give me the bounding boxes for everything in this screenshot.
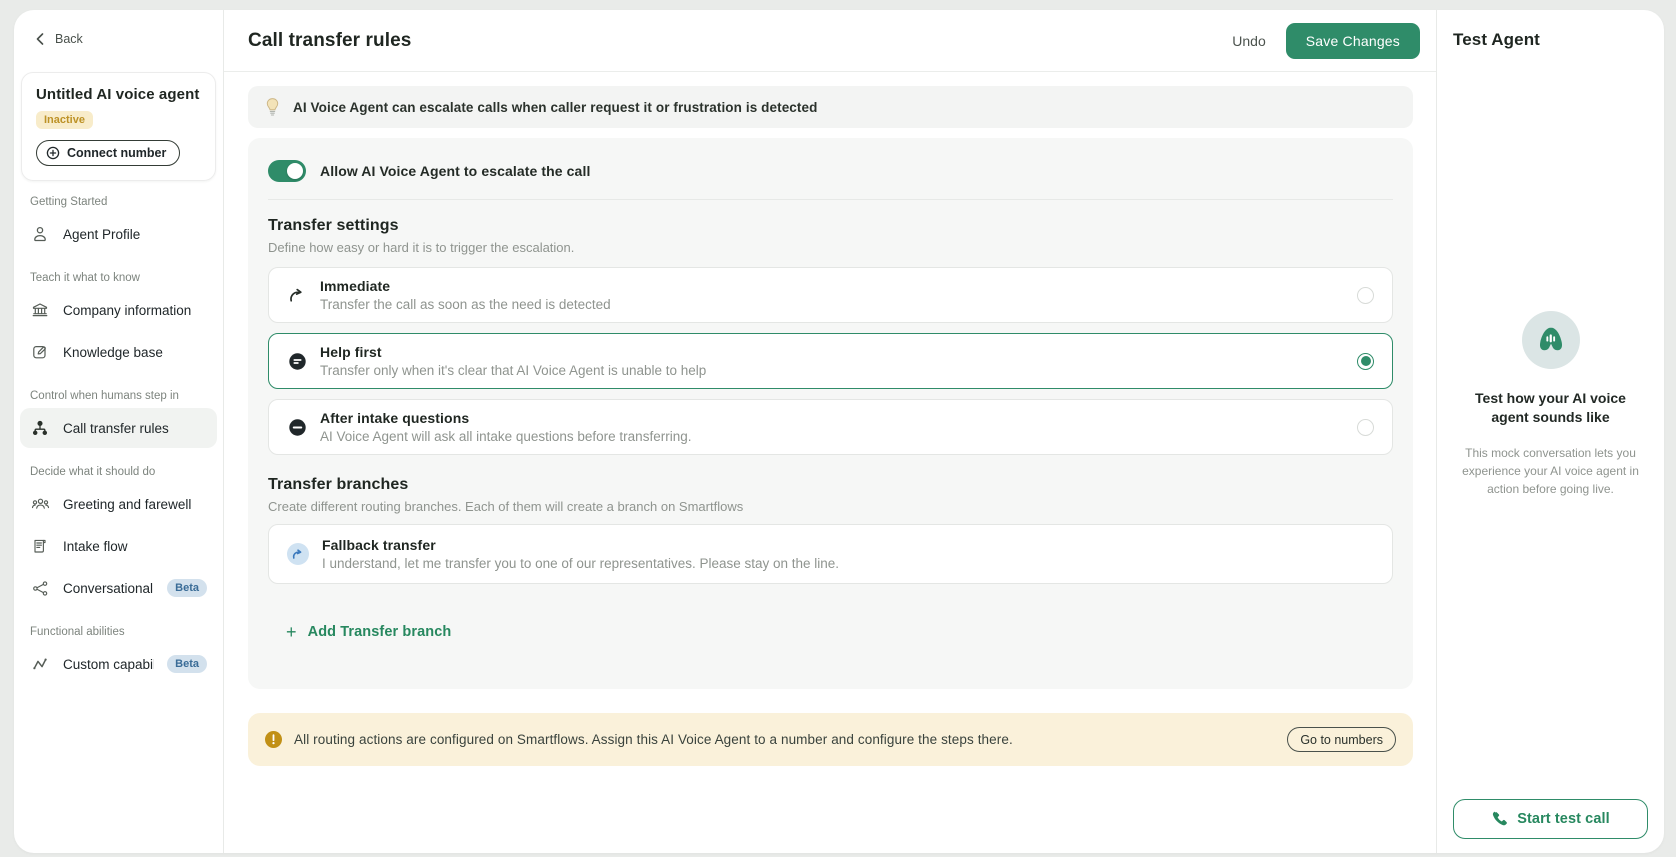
test-panel-heading: Test how your AI voice agent sounds like (1458, 389, 1644, 427)
people-icon (30, 494, 50, 514)
sidebar: Back Untitled AI voice agent Inactive Co… (14, 10, 224, 853)
section-label-control: Control when humans step in (30, 390, 207, 402)
sidebar-item-company-information[interactable]: Company information (20, 290, 217, 330)
phone-icon (1491, 811, 1507, 827)
transfer-settings-subtitle: Define how easy or hard it is to trigger… (268, 240, 1393, 255)
header-actions: Undo Save Changes (1232, 23, 1420, 59)
sidebar-item-label: Knowledge base (63, 345, 163, 360)
sidebar-item-conversational-guidelines[interactable]: Conversational g... Beta (20, 568, 217, 608)
test-panel-description: This mock conversation lets you experien… (1452, 444, 1650, 498)
sidebar-item-label: Greeting and farewell (63, 497, 191, 512)
radio-after-intake[interactable] (1357, 419, 1374, 436)
voice-agent-logo-icon (1534, 323, 1568, 357)
chevron-left-icon (36, 33, 44, 45)
option-title: Immediate (320, 278, 611, 294)
toggle-knob (287, 163, 303, 179)
agent-summary-card: Untitled AI voice agent Inactive Connect… (21, 72, 216, 181)
radio-help-first[interactable] (1357, 353, 1374, 370)
sidebar-item-call-transfer-rules[interactable]: Call transfer rules (20, 408, 217, 448)
transfer-branches-title: Transfer branches (268, 476, 1393, 494)
sidebar-item-label: Company information (63, 303, 191, 318)
option-title: Help first (320, 344, 706, 360)
option-card-after-intake[interactable]: After intake questions AI Voice Agent wi… (268, 399, 1393, 455)
branch-card-fallback[interactable]: Fallback transfer I understand, let me t… (268, 524, 1393, 584)
divider (268, 199, 1393, 200)
transfer-branches-subtitle: Create different routing branches. Each … (268, 499, 1393, 514)
status-badge: Inactive (36, 111, 93, 129)
section-label-getting-started: Getting Started (30, 196, 207, 208)
escalate-toggle[interactable] (268, 160, 306, 182)
add-transfer-branch-label: Add Transfer branch (308, 624, 452, 640)
avatar (1522, 311, 1580, 369)
main-body: AI Voice Agent can escalate calls when c… (224, 72, 1436, 766)
section-label-teach: Teach it what to know (30, 272, 207, 284)
transfer-arrow-icon (287, 543, 309, 565)
transfer-settings-title: Transfer settings (268, 217, 1393, 235)
start-test-call-label: Start test call (1517, 811, 1610, 827)
sidebar-item-custom-capabilities[interactable]: Custom capabili... Beta (20, 644, 217, 684)
sidebar-item-label: Conversational g... (63, 581, 154, 596)
main-header: Call transfer rules Undo Save Changes (224, 10, 1436, 72)
start-test-call-button[interactable]: Start test call (1453, 799, 1648, 839)
save-changes-button[interactable]: Save Changes (1286, 23, 1420, 59)
add-transfer-branch-button[interactable]: + Add Transfer branch (286, 623, 451, 641)
sidebar-item-knowledge-base[interactable]: Knowledge base (20, 332, 217, 372)
plus-circle-icon (46, 146, 60, 160)
tip-banner: AI Voice Agent can escalate calls when c… (248, 86, 1413, 128)
minus-circle-icon (287, 417, 307, 437)
hierarchy-icon (30, 418, 50, 438)
person-icon (30, 224, 50, 244)
radio-immediate[interactable] (1357, 287, 1374, 304)
line-chart-icon (30, 654, 50, 674)
main-content: Call transfer rules Undo Save Changes AI… (224, 10, 1436, 853)
branch-description: I understand, let me transfer you to one… (322, 556, 839, 571)
chat-circle-icon (287, 351, 307, 371)
section-label-functional: Functional abilities (30, 626, 207, 638)
test-panel-body: Test how your AI voice agent sounds like… (1453, 10, 1648, 799)
page-title: Call transfer rules (248, 30, 411, 52)
test-agent-panel: Test Agent Test how your AI voice agent … (1436, 10, 1664, 853)
warning-icon (265, 731, 282, 748)
beta-badge: Beta (167, 579, 207, 597)
edit-note-icon (30, 342, 50, 362)
page-background: Back Untitled AI voice agent Inactive Co… (0, 0, 1676, 857)
option-description: Transfer the call as soon as the need is… (320, 297, 611, 312)
option-description: Transfer only when it's clear that AI Vo… (320, 363, 706, 378)
agent-name: Untitled AI voice agent (36, 86, 201, 103)
sidebar-item-intake-flow[interactable]: Intake flow (20, 526, 217, 566)
connect-number-label: Connect number (67, 146, 166, 160)
option-description: AI Voice Agent will ask all intake quest… (320, 429, 691, 444)
document-icon (30, 536, 50, 556)
option-title: After intake questions (320, 410, 691, 426)
sidebar-item-agent-profile[interactable]: Agent Profile (20, 214, 217, 254)
sidebar-item-label: Intake flow (63, 539, 128, 554)
app-window: Back Untitled AI voice agent Inactive Co… (14, 10, 1664, 853)
sidebar-item-label: Agent Profile (63, 227, 140, 242)
undo-button[interactable]: Undo (1232, 33, 1265, 49)
option-card-help-first[interactable]: Help first Transfer only when it's clear… (268, 333, 1393, 389)
warning-banner: All routing actions are configured on Sm… (248, 713, 1413, 766)
transfer-settings-card: Allow AI Voice Agent to escalate the cal… (248, 138, 1413, 689)
plus-icon: + (286, 623, 297, 641)
sidebar-item-label: Call transfer rules (63, 421, 169, 436)
sidebar-item-label: Custom capabili... (63, 657, 154, 672)
escalate-toggle-row: Allow AI Voice Agent to escalate the cal… (268, 154, 1393, 184)
back-label: Back (55, 32, 83, 46)
go-to-numbers-button[interactable]: Go to numbers (1287, 727, 1396, 752)
tip-banner-text: AI Voice Agent can escalate calls when c… (293, 100, 817, 115)
branch-title: Fallback transfer (322, 537, 839, 553)
beta-badge: Beta (167, 655, 207, 673)
bank-icon (30, 300, 50, 320)
share-icon (30, 578, 50, 598)
option-card-immediate[interactable]: Immediate Transfer the call as soon as t… (268, 267, 1393, 323)
back-button[interactable]: Back (20, 26, 217, 50)
transfer-mode-options: Immediate Transfer the call as soon as t… (268, 267, 1393, 455)
redo-arrow-icon (287, 285, 307, 305)
warning-banner-text: All routing actions are configured on Sm… (294, 732, 1013, 747)
connect-number-button[interactable]: Connect number (36, 140, 180, 166)
escalate-toggle-label: Allow AI Voice Agent to escalate the cal… (320, 163, 590, 179)
sidebar-item-greeting-and-farewell[interactable]: Greeting and farewell (20, 484, 217, 524)
lightbulb-icon (265, 97, 280, 117)
section-label-decide: Decide what it should do (30, 466, 207, 478)
